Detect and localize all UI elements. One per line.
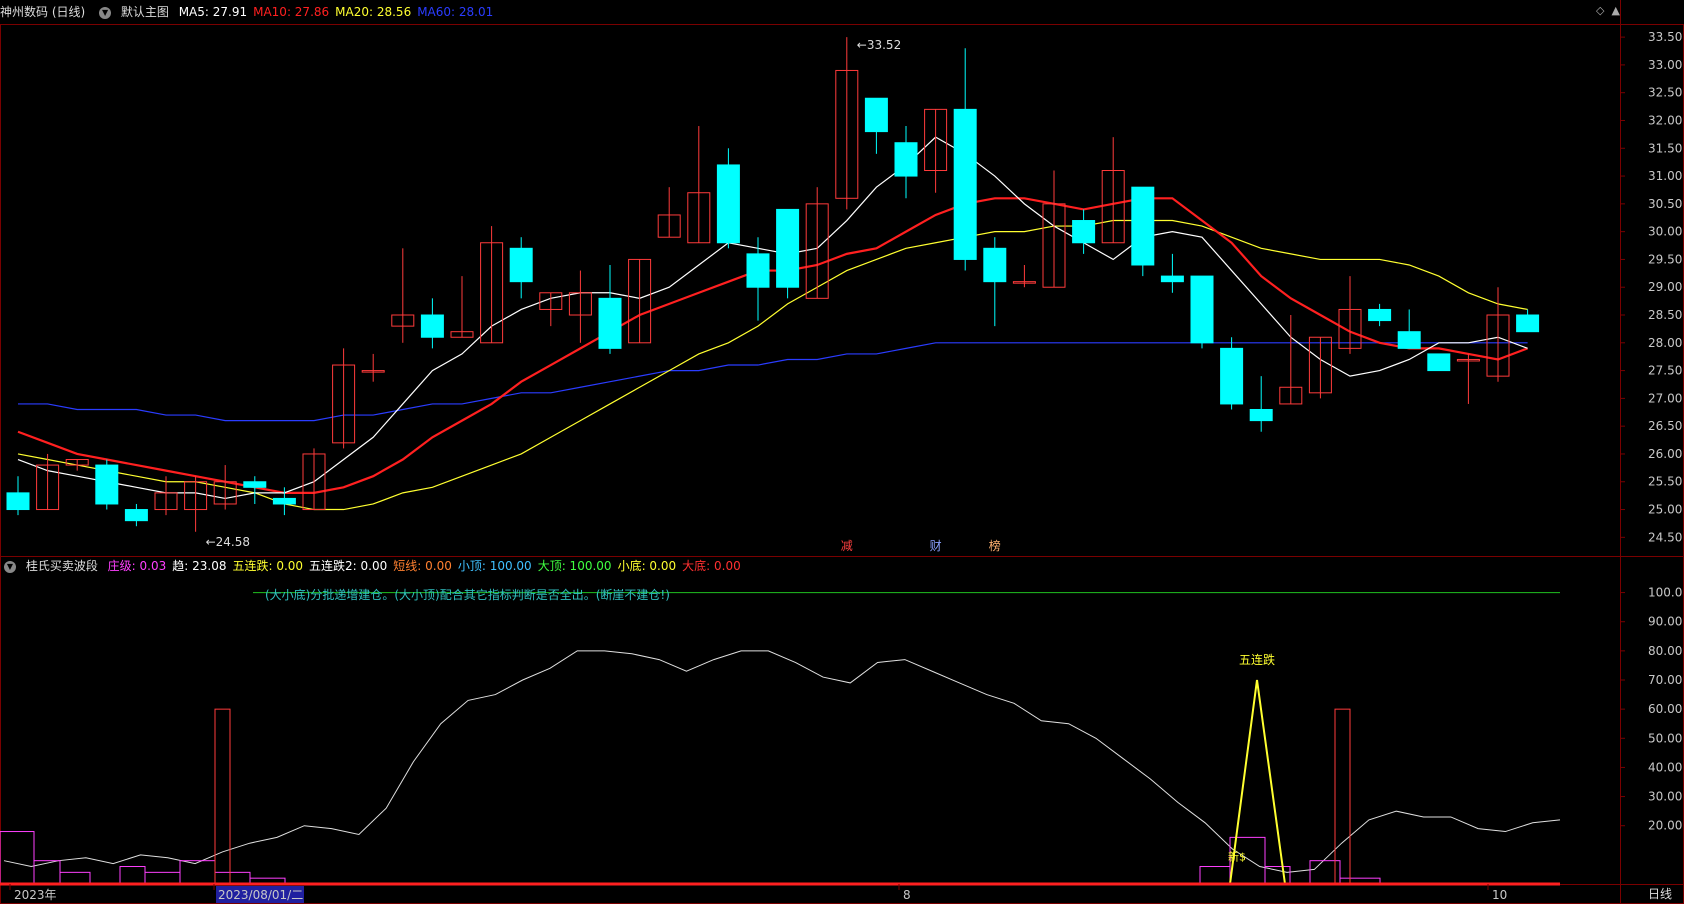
low-price-label: ←24.58 [206,535,250,549]
indicator-tick-label: 80.00 [1648,644,1682,658]
price-tick-label: 32.00 [1648,113,1682,127]
zhuangji-bar [59,871,91,885]
indicator-tick-label: 30.00 [1648,790,1682,804]
ma60-line [18,342,1528,422]
candle-body [716,164,740,244]
candle-body [420,314,444,338]
signal-bar [214,708,231,885]
price-tick-label: 25.00 [1648,503,1682,517]
price-tick-label: 28.50 [1648,308,1682,322]
time-label-2: 8 [903,888,911,902]
candle-body [1397,331,1421,349]
candle-body [1249,408,1273,422]
price-tick-label: 28.00 [1648,336,1682,350]
event-marker-1: 财 [930,539,942,553]
price-tick-label: 26.00 [1648,447,1682,461]
candle-body [983,247,1007,283]
zhuangji-bar [179,860,216,885]
price-tick-label: 25.50 [1648,475,1682,489]
price-tick-label: 29.50 [1648,252,1682,266]
candle-body [1072,220,1096,244]
candle-body [1160,275,1184,283]
candle-body [894,142,918,177]
price-tick-label: 29.00 [1648,280,1682,294]
indicator-tick-label: 50.00 [1648,731,1682,745]
candle-body [509,247,533,283]
signal-bar [1334,708,1351,885]
candle-body [1220,347,1244,405]
candle-body [1131,186,1155,266]
indicator-tick-label: 70.00 [1648,673,1682,687]
time-label-0: 2023年 [14,888,57,902]
zhuangji-bar [144,871,181,885]
indicator-tick-label: 20.00 [1648,819,1682,833]
event-marker-0: 减 [841,539,853,553]
candle-body [95,464,119,505]
candle-body [1190,275,1214,344]
chart-canvas[interactable]: 33.50 33.00 32.50 32.00 31.50 31.00 30.50 30.00… [0,0,1684,904]
indicator-tick-label: 100.0 [1648,586,1682,600]
outer-frame [0,24,1684,904]
zhuangji-bar [0,831,35,885]
price-tick-label: 26.50 [1648,419,1682,433]
zhuangji-bar [1199,866,1231,885]
indicator-note: (大小底)分批递增建仓。(大小顶)配合其它指标判断是否全出。(断崖不建仓!) [265,587,670,602]
candle-body [243,481,267,488]
small-signal-label: 新$ [1228,850,1246,864]
candle-body [1427,353,1451,372]
price-tick-label: 30.50 [1648,197,1682,211]
time-label-1: 2023/08/01/二 [218,888,303,902]
price-tick-label: 32.50 [1648,86,1682,100]
price-tick-label: 33.50 [1648,30,1682,44]
time-label-3: 10 [1492,888,1507,902]
wuliandie-label: 五连跌 [1239,652,1275,667]
zhuangji-bar [1264,866,1291,885]
ma20-line [17,219,1528,511]
zhuangji-bar [119,866,146,885]
candle-body [1368,308,1392,322]
price-tick-label: 33.00 [1648,58,1682,72]
price-tick-label: 31.00 [1648,169,1682,183]
event-marker-2: 榜 [989,538,1001,553]
candle-body [272,497,296,505]
candle-body [776,208,800,288]
price-tick-label: 31.50 [1648,141,1682,155]
trend-line [3,650,1561,873]
indicator-tick-label: 60.00 [1648,702,1682,716]
candle-body [598,297,622,349]
period-button[interactable]: 日线 [1636,884,1684,904]
indicator-tick-label: 90.00 [1648,615,1682,629]
candle-body [953,108,977,260]
price-tick-label: 30.00 [1648,225,1682,239]
zhuangji-bar [214,871,251,885]
price-tick-label: 27.50 [1648,364,1682,378]
price-tick-label: 27.00 [1648,391,1682,405]
candle-body [124,509,148,522]
indicator-tick-label: 40.00 [1648,760,1682,774]
candle-body [864,97,888,133]
candle-body [6,492,30,511]
ma5-line [17,136,1528,500]
high-price-label: ←33.52 [857,38,901,52]
zhuangji-bar [33,860,61,885]
candle-body [1516,314,1540,333]
price-tick-label: 24.50 [1648,530,1682,544]
candle-body [746,253,770,288]
